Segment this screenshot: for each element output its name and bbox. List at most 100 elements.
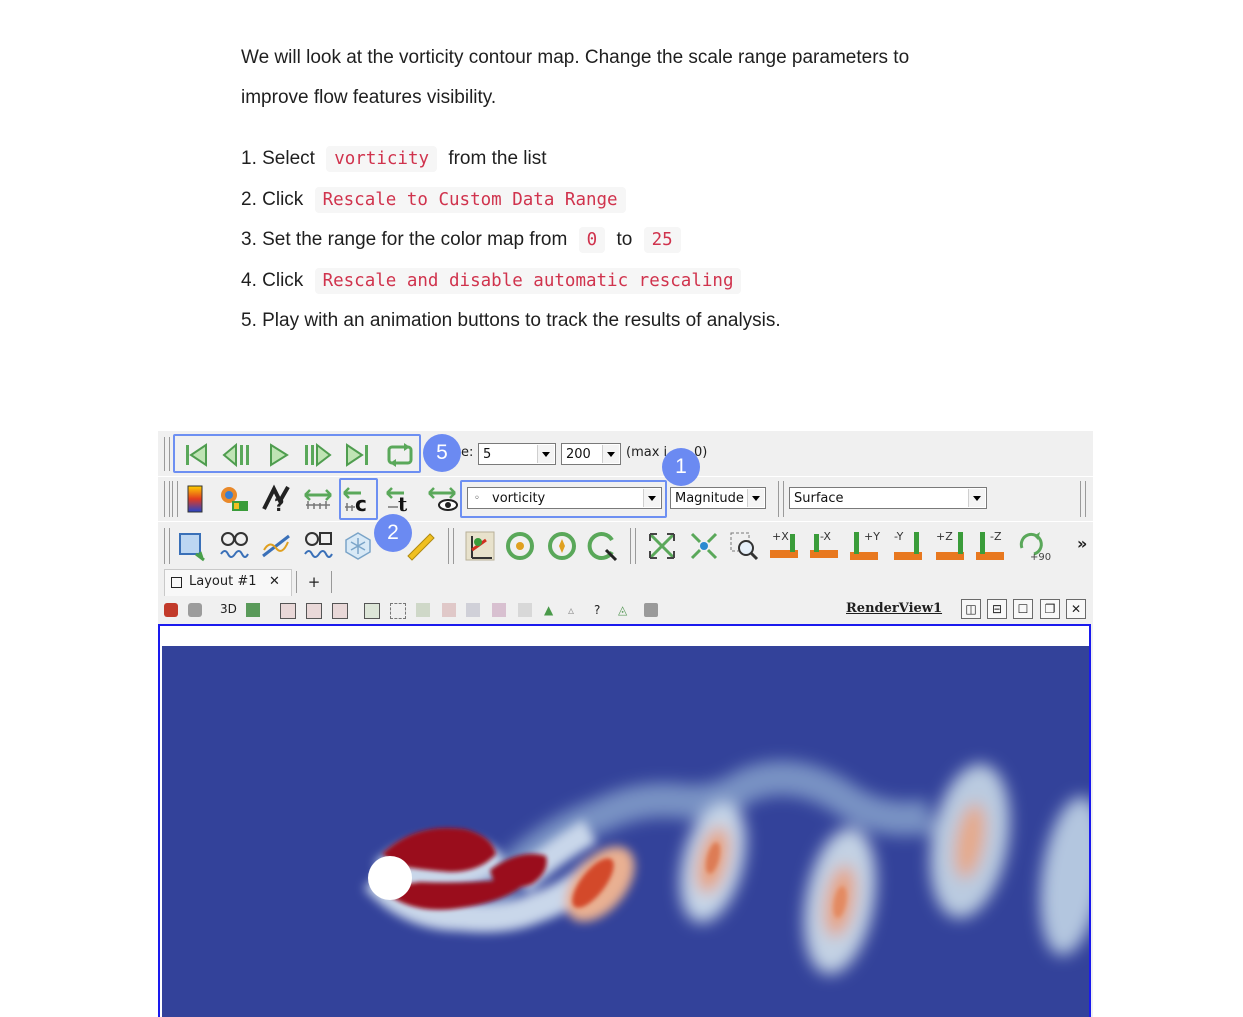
annotate-icon[interactable]: ◬ (618, 603, 632, 617)
close-view-icon[interactable]: ✕ (1066, 599, 1086, 619)
edit-colormap-icon[interactable] (218, 483, 250, 515)
colormap-toolbar: ? c t ◦ vorticity Magnitude Surface (158, 476, 1093, 522)
plot-over-line-icon[interactable] (260, 530, 292, 562)
clear-selection-icon[interactable] (518, 603, 532, 617)
grow-selection-icon[interactable] (466, 603, 480, 617)
dropdown-arrow-icon[interactable] (968, 489, 985, 507)
spin-arrows-icon[interactable] (602, 445, 619, 463)
animation-controls-highlight (173, 434, 421, 473)
representation-combobox[interactable]: Surface (789, 487, 987, 509)
toolbar-grip[interactable] (164, 437, 170, 471)
vorticity-contour-plot (160, 626, 1089, 1017)
step-3: 3. Set the range for the color map from … (241, 220, 781, 261)
view-plus-z-icon[interactable]: +Z (936, 530, 970, 564)
edit-label-icon[interactable]: ▲ (544, 603, 558, 617)
close-tab-icon[interactable]: ✕ (269, 570, 280, 594)
steps-list: 1. Select vorticity from the list 2. Cli… (241, 139, 781, 342)
color-legend-icon[interactable] (180, 483, 212, 515)
add-tab-button[interactable]: + (296, 571, 332, 593)
code-range-max: 25 (643, 227, 681, 253)
badge-step-2: 2 (374, 514, 412, 552)
view-plus-y-icon[interactable]: +Y (850, 530, 884, 564)
intro-paragraph: We will look at the vorticity contour ma… (241, 38, 1021, 118)
point-data-icon: ◦ (474, 493, 480, 504)
step-2: 2. Click Rescale to Custom Data Range (241, 180, 781, 221)
code-vorticity: vorticity (326, 146, 438, 172)
render-view[interactable] (158, 624, 1091, 1017)
view-minus-x-icon[interactable]: -X (810, 530, 844, 564)
show-center-icon[interactable] (546, 530, 578, 562)
step-1: 1. Select vorticity from the list (241, 139, 781, 180)
toolbar-grip[interactable] (1080, 481, 1086, 517)
intro-line-1: We will look at the vorticity contour ma… (241, 47, 910, 68)
query-icon[interactable]: ? (594, 603, 608, 617)
hide-label-icon[interactable]: ▵ (568, 603, 582, 617)
rescale-data-range-icon[interactable]: ? (260, 483, 292, 515)
time-inspector-icon[interactable] (218, 530, 250, 562)
interactive-select-icon[interactable] (416, 603, 430, 617)
svg-text:?: ? (274, 495, 284, 515)
select-points-on-icon[interactable] (306, 603, 322, 619)
toggle-center-axes-icon[interactable] (176, 530, 208, 562)
view-minus-z-icon[interactable]: -Z (976, 530, 1010, 564)
step-4: 4. Click Rescale and disable automatic r… (241, 261, 781, 302)
rotate-90-label: +90 (1030, 552, 1052, 563)
tab-layout-1[interactable]: Layout #1 ✕ (164, 569, 292, 596)
render-view-name[interactable]: RenderView1 (846, 601, 942, 616)
color-array-combobox[interactable]: ◦ vorticity (467, 487, 662, 509)
restore-icon[interactable]: ❐ (1040, 599, 1060, 619)
rotation-center-icon[interactable] (586, 530, 618, 562)
glyph-icon[interactable] (342, 530, 374, 562)
maximize-icon[interactable]: ☐ (1013, 599, 1033, 619)
split-view-icon[interactable] (164, 603, 178, 617)
layout-tabbar: Layout #1 ✕ + (158, 569, 1093, 596)
reset-camera-icon[interactable] (646, 530, 678, 562)
svg-text:t: t (398, 492, 408, 515)
rescale-range-icon[interactable] (302, 483, 334, 515)
dropdown-arrow-icon[interactable] (747, 489, 764, 507)
max-index-label: (max i (626, 445, 668, 460)
view-plus-x-icon[interactable]: +X (770, 530, 804, 564)
cylinder-obstacle (368, 856, 412, 900)
trash-icon[interactable] (644, 603, 658, 617)
rescale-visible-range-icon[interactable] (426, 483, 458, 515)
toolbar-grip[interactable] (172, 481, 178, 517)
animation-toolbar: e: 5 200 (max i 0) (158, 430, 1093, 477)
time-label: e: (461, 445, 474, 460)
shrink-selection-icon[interactable] (492, 603, 506, 617)
split-horizontal-icon[interactable]: ◫ (961, 599, 981, 619)
plot-data-over-time-icon[interactable] (302, 530, 334, 562)
toolbar-grip[interactable] (164, 528, 170, 564)
component-combobox[interactable]: Magnitude (670, 487, 766, 509)
select-points-through-icon[interactable] (364, 603, 380, 619)
reset-center-icon[interactable] (504, 530, 536, 562)
toolbar-grip[interactable] (164, 481, 170, 517)
select-cells-on-icon[interactable] (280, 603, 296, 619)
code-rescale-custom: Rescale to Custom Data Range (314, 186, 626, 213)
rescale-temporal-range-icon[interactable]: t (384, 483, 416, 515)
toolbar-grip[interactable] (630, 528, 636, 564)
timestep-spinbox[interactable]: 200 (561, 443, 621, 465)
view-toolbar: 3D ▲ ▵ ? ◬ RenderView1 ◫ ⊟ ☐ ❐ ✕ (158, 596, 1093, 624)
paraview-screenshot: e: 5 200 (max i 0) ? c t ◦ vorticity Mag… (158, 430, 1093, 1017)
split-vertical-icon[interactable]: ⊟ (987, 599, 1007, 619)
hover-points-icon[interactable] (442, 603, 456, 617)
camera-undo-icon[interactable] (246, 603, 260, 617)
dropdown-arrow-icon[interactable] (643, 489, 660, 507)
step-5: 5. Play with an animation buttons to tra… (241, 310, 781, 331)
view-minus-y-icon[interactable]: -Y (894, 530, 928, 564)
dropdown-arrow-icon[interactable] (537, 445, 554, 463)
code-rescale-disable: Rescale and disable automatic rescaling (314, 267, 742, 294)
time-combobox[interactable]: 5 (478, 443, 556, 465)
select-cells-through-icon[interactable] (332, 603, 348, 619)
select-polygon-icon[interactable] (390, 603, 406, 619)
capture-screenshot-icon[interactable] (188, 603, 202, 617)
code-range-min: 0 (578, 227, 606, 253)
toolbar-grip[interactable] (448, 528, 454, 564)
view-mode-toggle[interactable]: 3D (220, 602, 237, 616)
toolbar-overflow-icon[interactable]: » (1077, 534, 1087, 553)
zoom-to-data-icon[interactable] (688, 530, 720, 562)
zoom-to-box-icon[interactable] (728, 530, 760, 562)
pick-center-icon[interactable] (464, 530, 496, 562)
toolbar-grip[interactable] (778, 481, 784, 517)
